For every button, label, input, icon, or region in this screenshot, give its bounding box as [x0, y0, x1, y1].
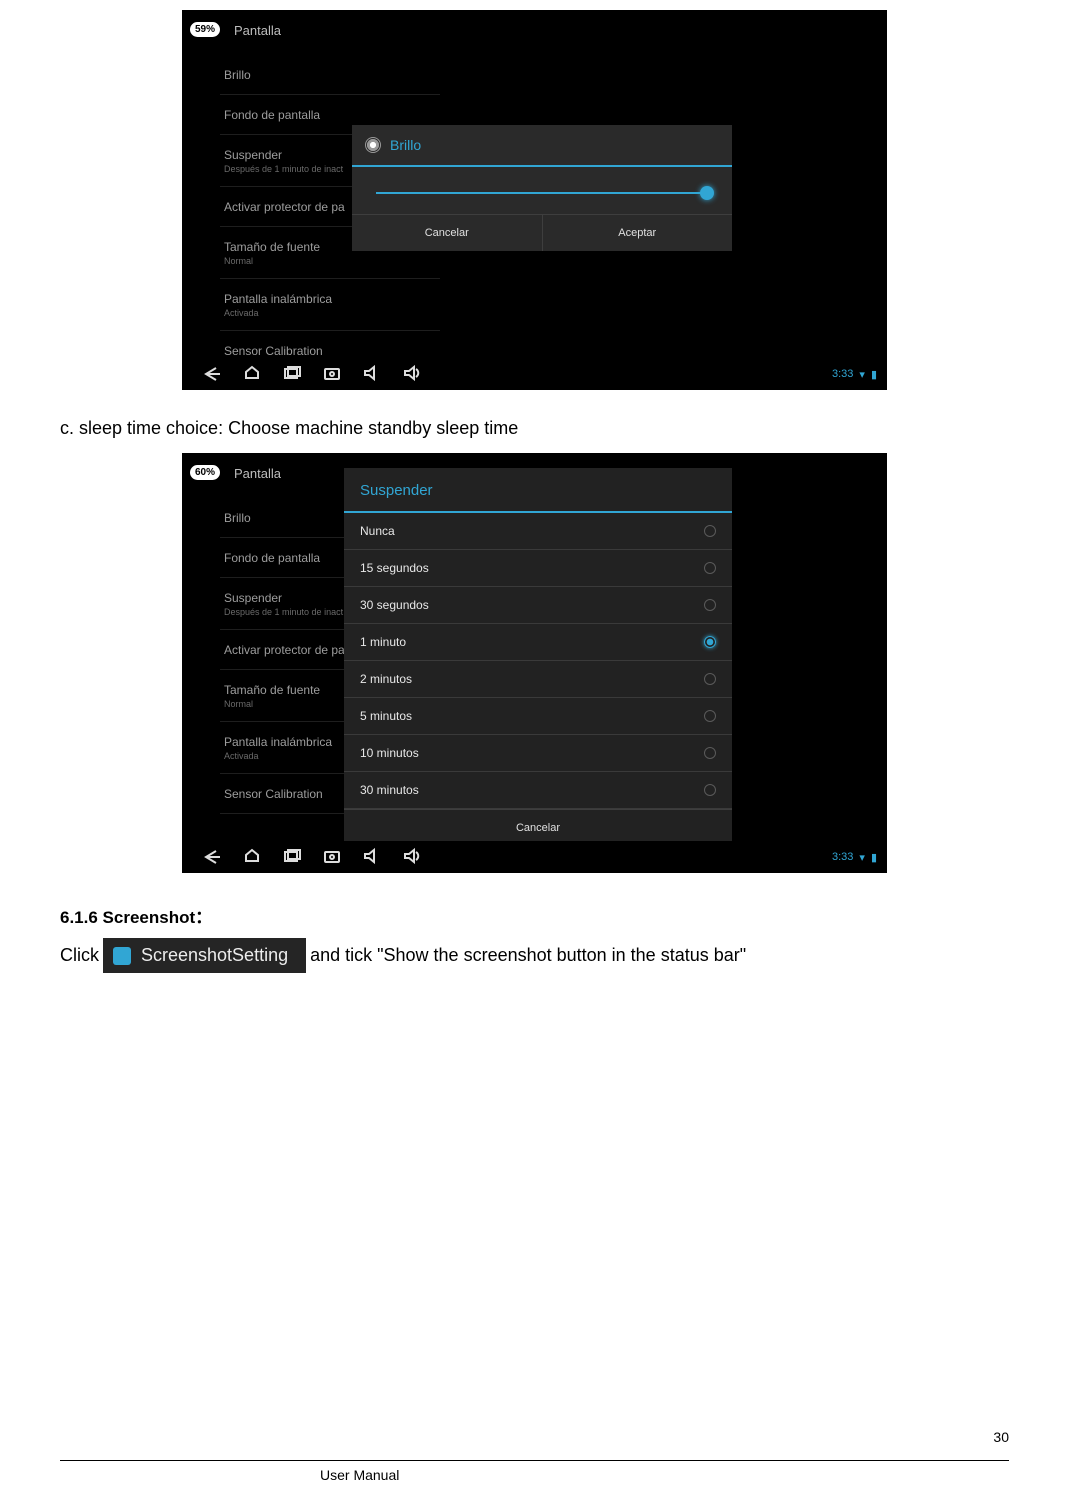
list-item[interactable]: Brillo [220, 55, 440, 95]
radio-icon [704, 525, 716, 537]
brightness-dialog: Brillo Cancelar Aceptar [352, 125, 732, 251]
radio-icon [704, 562, 716, 574]
slider-thumb[interactable] [700, 186, 714, 200]
home-icon[interactable] [232, 364, 272, 385]
status-area[interactable]: 3:33 ▾ ▮ [832, 368, 877, 381]
nav-bar: 3:33 ▾ ▮ [182, 841, 887, 873]
sleep-option[interactable]: 2 minutos [344, 661, 732, 698]
back-icon[interactable] [192, 364, 232, 385]
wifi-icon: ▾ [859, 368, 865, 381]
home-icon[interactable] [232, 847, 272, 868]
screenshot-brightness: 59% Pantalla Brillo Fondo de pantalla Su… [182, 10, 887, 390]
sleep-option[interactable]: 30 segundos [344, 587, 732, 624]
list-item[interactable]: Pantalla inalámbricaActivada [220, 279, 440, 331]
footer-text: User Manual [320, 1467, 399, 1483]
screen-title: Pantalla [234, 466, 281, 481]
dialog-title: Suspender [344, 468, 732, 513]
radio-icon [704, 747, 716, 759]
screen-title: Pantalla [234, 23, 281, 38]
click-label: Click [60, 945, 99, 966]
sleep-dialog: Suspender Nunca 15 segundos 30 segundos … [344, 468, 732, 846]
status-area[interactable]: 3:33 ▾ ▮ [832, 851, 877, 864]
battery-icon: ▮ [871, 851, 877, 864]
back-icon[interactable] [192, 847, 232, 868]
tick-label: and tick "Show the screenshot button in … [310, 945, 746, 966]
sleep-option[interactable]: Nunca [344, 513, 732, 550]
screenshot-setting-button[interactable]: ScreenshotSetting [103, 938, 306, 973]
accept-button[interactable]: Aceptar [543, 215, 733, 251]
battery-icon: ▮ [871, 368, 877, 381]
sleep-option[interactable]: 15 segundos [344, 550, 732, 587]
battery-badge: 59% [190, 22, 220, 37]
dialog-title: Brillo [390, 137, 421, 153]
page-number: 30 [993, 1429, 1009, 1445]
volume-up-icon[interactable] [392, 364, 432, 385]
battery-badge: 60% [190, 465, 220, 480]
section-heading: 6.1.6 Screenshot： [60, 903, 1009, 928]
volume-down-icon[interactable] [352, 364, 392, 385]
caption-text: c. sleep time choice: Choose machine sta… [60, 418, 1009, 439]
sleep-option[interactable]: 30 minutos [344, 772, 732, 809]
brightness-icon [366, 138, 380, 152]
recent-icon[interactable] [272, 847, 312, 868]
radio-icon [704, 710, 716, 722]
sleep-option[interactable]: 10 minutos [344, 735, 732, 772]
radio-icon [704, 599, 716, 611]
screenshot-nav-icon[interactable] [312, 364, 352, 385]
radio-icon [704, 673, 716, 685]
volume-down-icon[interactable] [352, 847, 392, 868]
cancel-button[interactable]: Cancelar [352, 215, 543, 251]
instruction-row: Click ScreenshotSetting and tick "Show t… [60, 938, 1009, 973]
screenshot-icon [113, 947, 131, 965]
radio-icon-selected [704, 636, 716, 648]
volume-up-icon[interactable] [392, 847, 432, 868]
clock: 3:33 [832, 368, 853, 380]
sleep-option[interactable]: 1 minuto [344, 624, 732, 661]
screenshot-nav-icon[interactable] [312, 847, 352, 868]
brightness-slider[interactable] [376, 192, 708, 194]
radio-icon [704, 784, 716, 796]
wifi-icon: ▾ [859, 851, 865, 864]
sleep-option[interactable]: 5 minutos [344, 698, 732, 735]
nav-bar: 3:33 ▾ ▮ [182, 358, 887, 390]
footer: User Manual [60, 1460, 1009, 1467]
recent-icon[interactable] [272, 364, 312, 385]
clock: 3:33 [832, 851, 853, 863]
screenshot-sleep: 60% Pantalla Brillo Fondo de pantalla Su… [182, 453, 887, 873]
